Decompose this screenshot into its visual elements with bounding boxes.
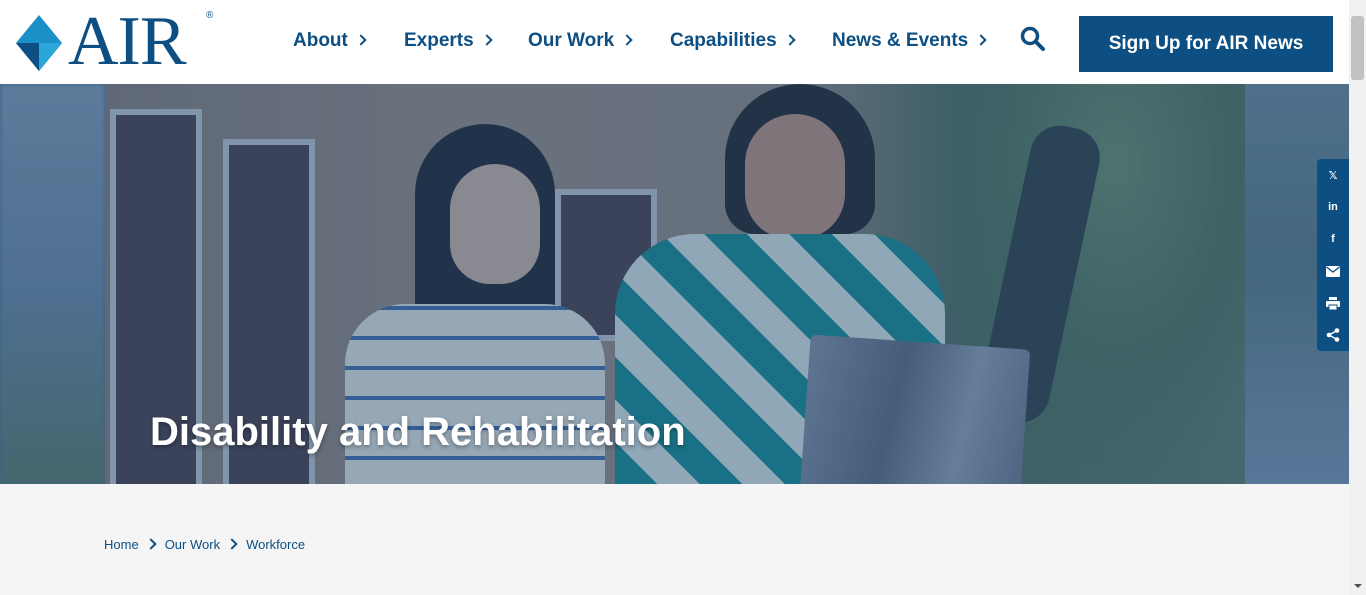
chevron-right-icon (621, 34, 633, 46)
scroll-down-arrow-icon[interactable] (1354, 584, 1362, 588)
nav-item-label: Our Work (528, 30, 615, 51)
breadcrumb-workforce[interactable]: Workforce (246, 537, 305, 552)
hero-banner: Disability and Rehabilitation (0, 84, 1349, 484)
share-bar: 𝕏 in f (1317, 159, 1349, 351)
share-facebook-button[interactable]: f (1317, 223, 1349, 255)
share-more-button[interactable] (1317, 319, 1349, 351)
print-icon (1326, 296, 1340, 310)
signup-button[interactable]: Sign Up for AIR News (1079, 16, 1333, 72)
nav-item-about[interactable]: About (293, 30, 367, 52)
nav-item-our-work[interactable]: Our Work (528, 30, 633, 52)
site-header: AIR ® About Experts Our Work Capabilitie… (0, 0, 1349, 84)
nav-item-label: News & Events (832, 30, 969, 51)
share-icon (1326, 328, 1340, 342)
breadcrumb-home[interactable]: Home (104, 537, 139, 552)
scrollbar-thumb[interactable] (1351, 16, 1364, 80)
breadcrumb-our-work[interactable]: Our Work (165, 537, 220, 552)
nav-item-capabilities[interactable]: Capabilities (670, 30, 796, 52)
facebook-icon: f (1331, 233, 1335, 245)
share-x-button[interactable]: 𝕏 (1317, 159, 1349, 191)
nav-item-news-events[interactable]: News & Events (832, 30, 987, 52)
page-scrollbar[interactable] (1349, 0, 1366, 595)
chevron-right-icon (481, 34, 493, 46)
breadcrumb: Home Our Work Workforce (104, 536, 305, 552)
chevron-right-icon (355, 34, 367, 46)
search-button[interactable] (1020, 26, 1048, 54)
chevron-right-icon (226, 538, 238, 550)
chevron-right-icon (145, 538, 157, 550)
email-icon (1326, 265, 1340, 277)
nav-item-label: About (293, 30, 348, 51)
nav-item-experts[interactable]: Experts (404, 30, 493, 52)
chevron-right-icon (783, 34, 796, 46)
page-title: Disability and Rehabilitation (150, 410, 686, 454)
chevron-right-icon (975, 34, 987, 46)
share-print-button[interactable] (1317, 287, 1349, 319)
nav-item-label: Capabilities (670, 30, 777, 51)
linkedin-icon: in (1328, 201, 1338, 213)
x-twitter-icon: 𝕏 (1328, 169, 1338, 182)
logo-diamond-icon (16, 15, 62, 71)
share-email-button[interactable] (1317, 255, 1349, 287)
logo-text: AIR (68, 3, 187, 80)
air-logo[interactable]: AIR ® (16, 3, 216, 80)
logo-registered-mark: ® (206, 10, 214, 21)
search-icon (1020, 26, 1045, 51)
nav-item-label: Experts (404, 30, 474, 51)
share-linkedin-button[interactable]: in (1317, 191, 1349, 223)
